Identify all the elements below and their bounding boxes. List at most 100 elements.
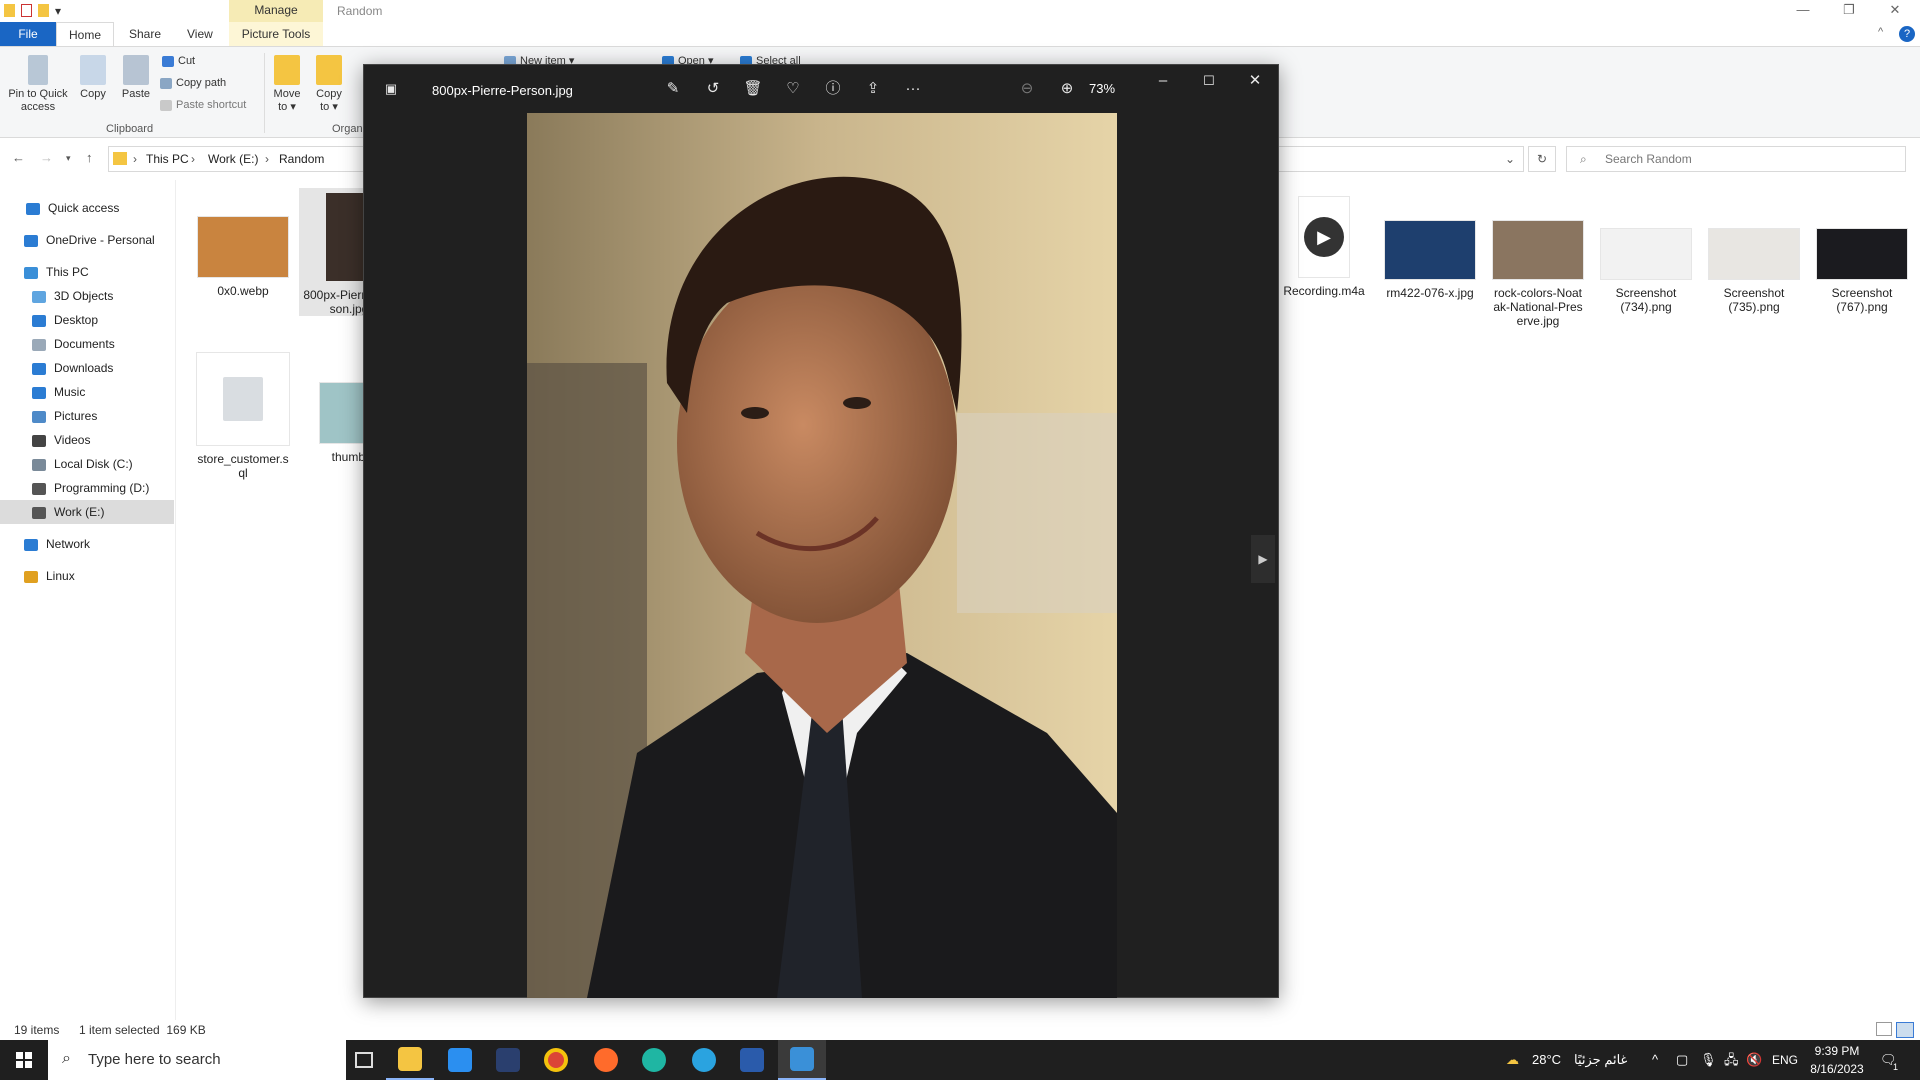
delete-icon[interactable]: 🗑 — [740, 77, 766, 101]
viewer-minimize-button[interactable]: – — [1150, 69, 1176, 93]
breadcrumb-random[interactable]: Random — [279, 152, 324, 166]
more-options-icon[interactable]: ··· — [900, 77, 926, 101]
next-image-button[interactable]: ▶ — [1251, 535, 1275, 583]
zoom-out-icon[interactable]: ⊖ — [1014, 77, 1040, 101]
paste-button[interactable]: Paste — [120, 55, 152, 101]
weather-temperature[interactable]: 28°C — [1532, 1040, 1561, 1080]
search-icon: ⌕ — [1580, 152, 1587, 166]
edge-icon[interactable] — [630, 1040, 678, 1080]
properties-icon[interactable] — [21, 4, 32, 18]
file-item[interactable]: Screenshot (734).png — [1596, 228, 1696, 314]
taskbar-search-input[interactable]: Type here to search — [48, 1040, 346, 1080]
restore-button[interactable]: ❐ — [1826, 0, 1872, 22]
nav-item-this-pc[interactable]: This PC — [0, 260, 174, 284]
file-item[interactable]: rm422-076-x.jpg — [1380, 220, 1480, 300]
task-view-icon[interactable] — [340, 1040, 388, 1080]
network-icon[interactable]: 🖧 — [1724, 1040, 1739, 1080]
nav-item-work-e[interactable]: Work (E:) — [0, 500, 174, 524]
search-input[interactable]: Search Random — [1566, 146, 1906, 172]
breadcrumb-separator: › — [133, 152, 137, 166]
breadcrumb-work[interactable]: Work (E:) — [208, 152, 258, 166]
tab-share[interactable]: Share — [117, 22, 173, 46]
file-item[interactable]: store_customer.s ql — [193, 352, 293, 480]
nav-item-documents[interactable]: Documents — [0, 332, 174, 356]
large-icons-view-icon[interactable] — [1896, 1022, 1914, 1038]
nav-item-videos[interactable]: Videos — [0, 428, 174, 452]
file-item[interactable]: Screenshot (735).png — [1704, 228, 1804, 314]
viewer-maximize-button[interactable]: ☐ — [1196, 69, 1222, 93]
file-item[interactable]: 0x0.webp — [193, 216, 293, 298]
minimize-button[interactable]: — — [1780, 0, 1826, 22]
weather-icon[interactable]: ☁ — [1506, 1040, 1519, 1080]
nav-item-linux[interactable]: Linux — [0, 564, 174, 588]
notification-center-icon[interactable]: 🗨 — [1880, 1040, 1897, 1080]
share-icon[interactable]: ⇪ — [860, 77, 886, 101]
copy-path-button[interactable]: Copy path — [160, 75, 226, 91]
nav-item-quick-access[interactable]: Quick access — [0, 196, 174, 220]
tab-home[interactable]: Home — [56, 22, 115, 46]
nav-item-onedrive[interactable]: OneDrive - Personal — [0, 228, 174, 252]
collapse-ribbon-icon[interactable]: ^ — [1878, 26, 1883, 38]
start-button[interactable] — [0, 1040, 48, 1080]
window-title: Random — [337, 4, 383, 18]
terminal-app-icon[interactable] — [484, 1040, 532, 1080]
up-arrow-icon[interactable]: ↑ — [86, 150, 93, 165]
nav-item-network[interactable]: Network — [0, 532, 174, 556]
vscode-icon[interactable] — [436, 1040, 484, 1080]
chevron-down-icon[interactable]: ▾ — [55, 4, 63, 18]
nav-item-pictures[interactable]: Pictures — [0, 404, 174, 428]
recent-locations-icon[interactable]: ▾ — [66, 153, 71, 164]
photos-app-icon[interactable]: ▣ — [378, 77, 404, 101]
file-item[interactable]: ▶ Recording.m4a — [1274, 196, 1374, 298]
file-item[interactable]: rock-colors-Noat ak-National-Pres erve.j… — [1488, 220, 1588, 328]
photos-app-icon[interactable] — [778, 1040, 826, 1080]
favorite-heart-icon[interactable]: ♡ — [780, 77, 806, 101]
file-explorer-icon[interactable] — [386, 1040, 434, 1080]
file-thumbnail — [1708, 228, 1800, 280]
nav-item-programming-d[interactable]: Programming (D:) — [0, 476, 174, 500]
microphone-icon[interactable]: 🎙 — [1700, 1040, 1717, 1080]
nav-item-downloads[interactable]: Downloads — [0, 356, 174, 380]
rotate-icon[interactable]: ↺ — [700, 77, 726, 101]
videos-icon — [32, 434, 46, 447]
camera-icon[interactable]: ▢ — [1676, 1040, 1688, 1080]
chrome-icon[interactable] — [532, 1040, 580, 1080]
info-icon[interactable]: ⓘ — [820, 77, 846, 101]
tab-picture-tools[interactable]: Picture Tools — [229, 22, 323, 46]
weather-condition[interactable]: غائم جزئيًا — [1574, 1040, 1627, 1080]
tab-file[interactable]: File — [0, 22, 56, 46]
breadcrumb-this-pc[interactable]: This PC — [146, 152, 189, 166]
nav-item-local-disk-c[interactable]: Local Disk (C:) — [0, 452, 174, 476]
edit-image-icon[interactable]: ✎ — [660, 77, 686, 101]
nav-item-music[interactable]: Music — [0, 380, 174, 404]
move-to-button[interactable]: Move to ▾ — [270, 55, 304, 114]
nav-item-3d-objects[interactable]: 3D Objects — [0, 284, 174, 308]
clock-date[interactable]: 8/16/2023 — [1808, 1062, 1866, 1076]
pin-to-quick-access-button[interactable]: Pin to Quick access — [6, 55, 70, 114]
details-view-icon[interactable] — [1876, 1022, 1892, 1036]
back-arrow-icon[interactable]: ← — [12, 150, 25, 165]
tab-view[interactable]: View — [175, 22, 225, 46]
show-hidden-icons-icon[interactable]: ^ — [1652, 1040, 1658, 1080]
app-orange-icon[interactable] — [582, 1040, 630, 1080]
cut-button[interactable]: Cut — [162, 53, 195, 69]
new-folder-icon[interactable] — [38, 4, 49, 18]
displayed-photo[interactable] — [527, 113, 1117, 998]
nav-item-desktop[interactable]: Desktop — [0, 308, 174, 332]
forward-arrow-icon[interactable]: → — [40, 150, 53, 165]
volume-muted-icon[interactable]: 🔇 — [1746, 1040, 1762, 1080]
language-indicator[interactable]: ENG — [1772, 1040, 1798, 1080]
powershell-icon[interactable] — [728, 1040, 776, 1080]
chevron-down-icon[interactable]: ⌄ — [1505, 152, 1515, 166]
copy-button[interactable]: Copy — [78, 55, 108, 101]
telegram-icon[interactable] — [680, 1040, 728, 1080]
clock-time[interactable]: 9:39 PM — [1808, 1044, 1866, 1058]
refresh-icon[interactable]: ↻ — [1528, 146, 1556, 172]
copy-to-button[interactable]: Copy to ▾ — [312, 55, 346, 114]
help-icon[interactable]: ? — [1899, 26, 1915, 42]
zoom-in-icon[interactable]: ⊕ — [1054, 77, 1080, 101]
paste-shortcut-button[interactable]: Paste shortcut — [160, 97, 246, 113]
file-item[interactable]: Screenshot (767).png — [1812, 228, 1912, 314]
viewer-close-button[interactable]: ✕ — [1242, 69, 1268, 93]
close-button[interactable]: ✕ — [1872, 0, 1918, 22]
